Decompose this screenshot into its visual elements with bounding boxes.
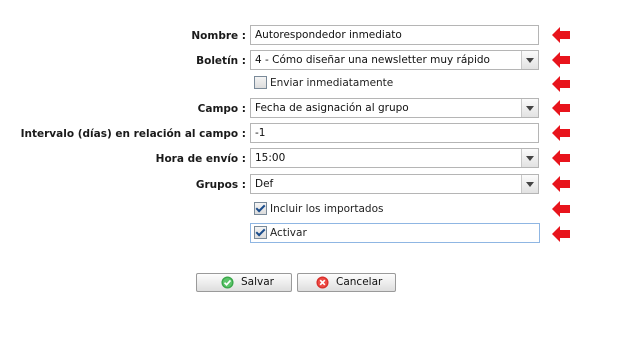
campo-select[interactable]: Fecha de asignación al grupo	[250, 98, 539, 118]
hora-label: Hora de envío :	[155, 153, 246, 165]
arrow-left-icon	[552, 27, 570, 43]
chevron-down-icon[interactable]	[521, 51, 538, 69]
nombre-row: Nombre : Autorespondedor inmediato	[0, 25, 630, 47]
intervalo-input[interactable]: -1	[250, 123, 539, 143]
arrow-left-icon	[552, 100, 570, 116]
arrow-left-icon	[552, 52, 570, 68]
cancel-button[interactable]: Cancelar	[297, 273, 396, 292]
arrow-left-icon	[552, 125, 570, 141]
nombre-label: Nombre :	[191, 30, 246, 42]
campo-label: Campo :	[197, 103, 246, 115]
arrow-left-icon	[552, 76, 570, 92]
save-button-label: Salvar	[241, 276, 274, 288]
grupos-label: Grupos :	[195, 179, 246, 191]
incluir-checkbox[interactable]	[254, 202, 267, 215]
chevron-down-icon[interactable]	[521, 175, 538, 193]
campo-selected-value: Fecha de asignación al grupo	[255, 102, 409, 114]
cancel-button-label: Cancelar	[336, 276, 383, 288]
grupos-selected-value: Def	[255, 178, 274, 190]
chevron-down-icon[interactable]	[521, 149, 538, 167]
nombre-input[interactable]: Autorespondedor inmediato	[250, 25, 539, 45]
save-button[interactable]: Salvar	[196, 273, 292, 292]
campo-row: Campo : Fecha de asignación al grupo	[0, 98, 630, 120]
grupos-select[interactable]: Def	[250, 174, 539, 194]
enviar-checkbox[interactable]	[254, 76, 267, 89]
hora-selected-value: 15:00	[255, 152, 286, 164]
intervalo-row: Intervalo (días) en relación al campo : …	[0, 123, 630, 145]
hora-row: Hora de envío : 15:00	[0, 148, 630, 170]
chevron-down-icon[interactable]	[521, 99, 538, 117]
arrow-left-icon	[552, 226, 570, 242]
arrow-left-icon	[552, 150, 570, 166]
intervalo-label: Intervalo (días) en relación al campo :	[20, 128, 246, 140]
boletin-label: Boletín :	[196, 55, 246, 67]
activar-label: Activar	[270, 227, 307, 239]
arrow-left-icon	[552, 201, 570, 217]
boletin-selected-value: 4 - Cómo diseñar una newsletter muy rápi…	[255, 54, 490, 66]
boletin-row: Boletín : 4 - Cómo diseñar una newslette…	[0, 50, 630, 72]
activar-checkbox[interactable]	[254, 226, 267, 239]
check-circle-icon	[221, 276, 234, 289]
close-circle-icon	[316, 276, 329, 289]
arrow-left-icon	[552, 176, 570, 192]
hora-select[interactable]: 15:00	[250, 148, 539, 168]
grupos-row: Grupos : Def	[0, 174, 630, 196]
enviar-label: Enviar inmediatamente	[270, 77, 394, 89]
boletin-select[interactable]: 4 - Cómo diseñar una newsletter muy rápi…	[250, 50, 539, 70]
incluir-label: Incluir los importados	[270, 203, 384, 215]
